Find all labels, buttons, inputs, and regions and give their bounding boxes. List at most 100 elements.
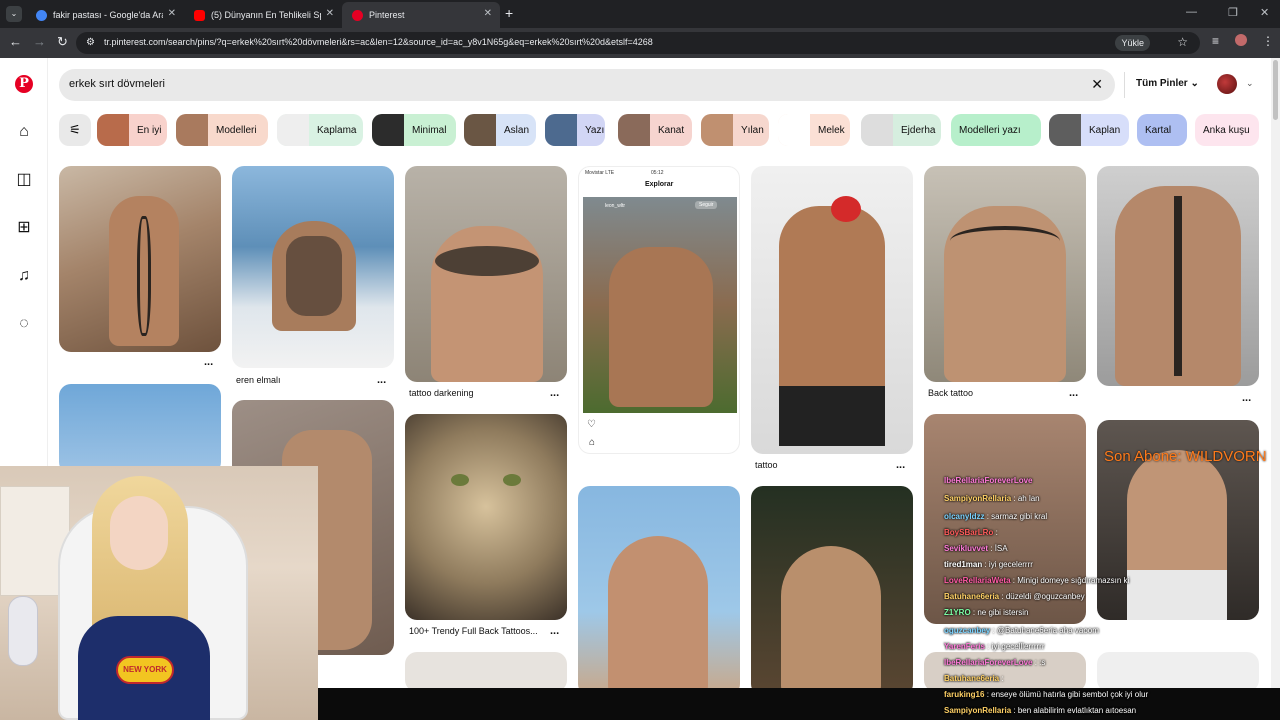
chip-6[interactable]: Kanat (618, 114, 692, 146)
chat-username: SampiyonRellaria (944, 706, 1012, 715)
minimize-icon[interactable]: — (1186, 6, 1197, 18)
chat-text: : iyi gecelllerrrrrr (987, 642, 1045, 651)
url-text: tr.pinterest.com/search/pins/?q=erkek%20… (104, 37, 653, 47)
messages-icon[interactable]: ◌ (14, 314, 34, 334)
pin-image[interactable] (1097, 652, 1259, 692)
forward-arrow-icon[interactable]: → (33, 34, 46, 49)
pin-image[interactable] (405, 652, 567, 692)
chevron-down-icon: ⌄ (1190, 78, 1199, 89)
chip-13[interactable]: Anka kuşu (1195, 114, 1259, 146)
chip-label: Kaplama (317, 124, 357, 136)
bookmark-star-icon[interactable]: ☆ (1177, 35, 1188, 49)
chip-0[interactable]: En iyi (97, 114, 167, 146)
restore-icon[interactable]: ❐ (1228, 6, 1238, 19)
pin-more-button[interactable]: ... (377, 374, 386, 386)
phone-header: Explorar (645, 181, 674, 188)
chip-thumbnail (861, 114, 893, 146)
close-icon[interactable]: ✕ (326, 8, 334, 19)
pin-image[interactable] (405, 166, 567, 382)
close-window-icon[interactable]: ✕ (1260, 6, 1269, 19)
back-arrow-icon[interactable]: ← (9, 34, 22, 49)
chat-message: olcanyldzz : sarmaz gibi kral (944, 512, 1047, 521)
chip-3[interactable]: Minimal (372, 114, 456, 146)
install-app-button[interactable]: Yükle (1115, 35, 1150, 51)
search-input[interactable]: erkek sırt dövmeleri ✕ (59, 69, 1115, 101)
chat-username: LoveRellariaWeta (944, 576, 1011, 585)
new-tab-button[interactable]: + (505, 5, 513, 21)
chip-7[interactable]: Yılan (701, 114, 769, 146)
notifications-bell-icon[interactable]: ♫ (14, 266, 34, 286)
address-bar[interactable]: ⚙ tr.pinterest.com/search/pins/?q=erkek%… (76, 32, 1200, 54)
close-icon[interactable]: ✕ (484, 8, 492, 19)
pin-more-button[interactable]: ... (550, 387, 559, 399)
reload-icon[interactable]: ↻ (57, 34, 68, 50)
tab-search-button[interactable]: ⌄ (6, 6, 22, 22)
media-controls-icon[interactable]: ≡ (1212, 34, 1219, 48)
chip-label: Kartal (1145, 124, 1172, 136)
search-query: erkek sırt dövmeleri (69, 78, 165, 90)
chip-label: Modelleri (216, 124, 257, 136)
chip-2[interactable]: Kaplama (277, 114, 363, 146)
chip-12[interactable]: Kartal (1137, 114, 1187, 146)
pin-more-button[interactable]: ... (550, 625, 559, 637)
pin-more-button[interactable]: ... (1242, 392, 1251, 404)
home-icon[interactable]: ⌂ (14, 122, 34, 142)
pin-title: 100+ Trendy Full Back Tattoos... (409, 626, 538, 636)
tab-youtube[interactable]: (5) Dünyanın En Tehlikeli Spor S ✕ (184, 2, 342, 28)
chip-11[interactable]: Kaplan (1049, 114, 1129, 146)
pin-filter-dropdown[interactable]: Tüm Pinler ⌄ (1136, 78, 1199, 89)
pin-image[interactable] (405, 414, 567, 620)
chat-text: : ben alabilirim evlatlıktan aıtoesan (1013, 706, 1137, 715)
pinterest-logo-icon[interactable]: P (15, 75, 33, 93)
chat-username: Z1YRO (944, 608, 971, 617)
pin-image[interactable]: Movistar LTE 05:12 Explorar leon_wltr Se… (578, 166, 740, 454)
chip-label: Modelleri yazı (959, 124, 1021, 136)
chip-1[interactable]: Modelleri (176, 114, 268, 146)
tab-google[interactable]: fakir pastası - Google'da Ara ✕ (26, 2, 184, 28)
chip-4[interactable]: Aslan (464, 114, 536, 146)
chat-username: SampiyonRellaria (944, 494, 1012, 503)
chat-text: : iyi gecelerrrr (984, 560, 1033, 569)
tab-title: fakir pastası - Google'da Ara (53, 10, 163, 20)
pin-more-button[interactable]: ... (1069, 387, 1078, 399)
filter-options-button[interactable]: ⚟ (59, 114, 91, 146)
shirt-logo: NEW YORK (116, 656, 174, 684)
chip-label: Ejderha (901, 124, 936, 136)
chat-message: Batuhane6eria : düzeldi @oguzcanbey (944, 592, 1085, 601)
pin-image[interactable] (232, 166, 394, 368)
pin-image[interactable] (924, 166, 1086, 382)
explore-icon[interactable]: ◫ (14, 170, 34, 190)
scrollbar-thumb[interactable] (1273, 60, 1278, 120)
chat-username: Sevikluvvet (944, 544, 989, 553)
chip-10[interactable]: Modelleri yazı (951, 114, 1041, 146)
tab-title: (5) Dünyanın En Tehlikeli Spor S (211, 10, 321, 20)
chip-9[interactable]: Ejderha (861, 114, 941, 146)
scrollbar[interactable] (1271, 58, 1280, 720)
avatar[interactable] (1217, 74, 1237, 94)
chip-8[interactable]: Melek (778, 114, 850, 146)
chip-label: Kanat (658, 124, 685, 136)
chevron-down-icon[interactable]: ⌄ (1246, 78, 1254, 89)
chat-text: : @Batuhane6eria aha vaoom (992, 626, 1099, 635)
chip-thumbnail (1049, 114, 1081, 146)
chat-username: YarenFeris (944, 642, 985, 651)
clear-icon[interactable]: ✕ (1091, 76, 1103, 93)
phone-follow: Seguir (695, 201, 718, 209)
pin-image[interactable] (59, 384, 221, 474)
pin-more-button[interactable]: ... (204, 356, 213, 368)
create-icon[interactable]: ⊞ (14, 218, 34, 238)
site-info-icon[interactable]: ⚙ (86, 37, 95, 48)
pin-image[interactable] (751, 486, 913, 696)
pin-more-button[interactable]: ... (896, 459, 905, 471)
profile-icon[interactable] (1235, 34, 1247, 46)
close-icon[interactable]: ✕ (168, 8, 176, 19)
tab-pinterest[interactable]: Pinterest ✕ (342, 2, 500, 28)
pin-image[interactable] (578, 486, 740, 696)
pin-image[interactable] (59, 166, 221, 352)
pin-image[interactable] (1097, 166, 1259, 386)
chat-username: lbeRellariaForeverLove (944, 476, 1033, 485)
menu-icon[interactable]: ⋮ (1262, 34, 1274, 48)
chat-text: : sarmaz gibi kral (986, 512, 1048, 521)
pin-image[interactable] (751, 166, 913, 454)
chip-5[interactable]: Yazı (545, 114, 605, 146)
